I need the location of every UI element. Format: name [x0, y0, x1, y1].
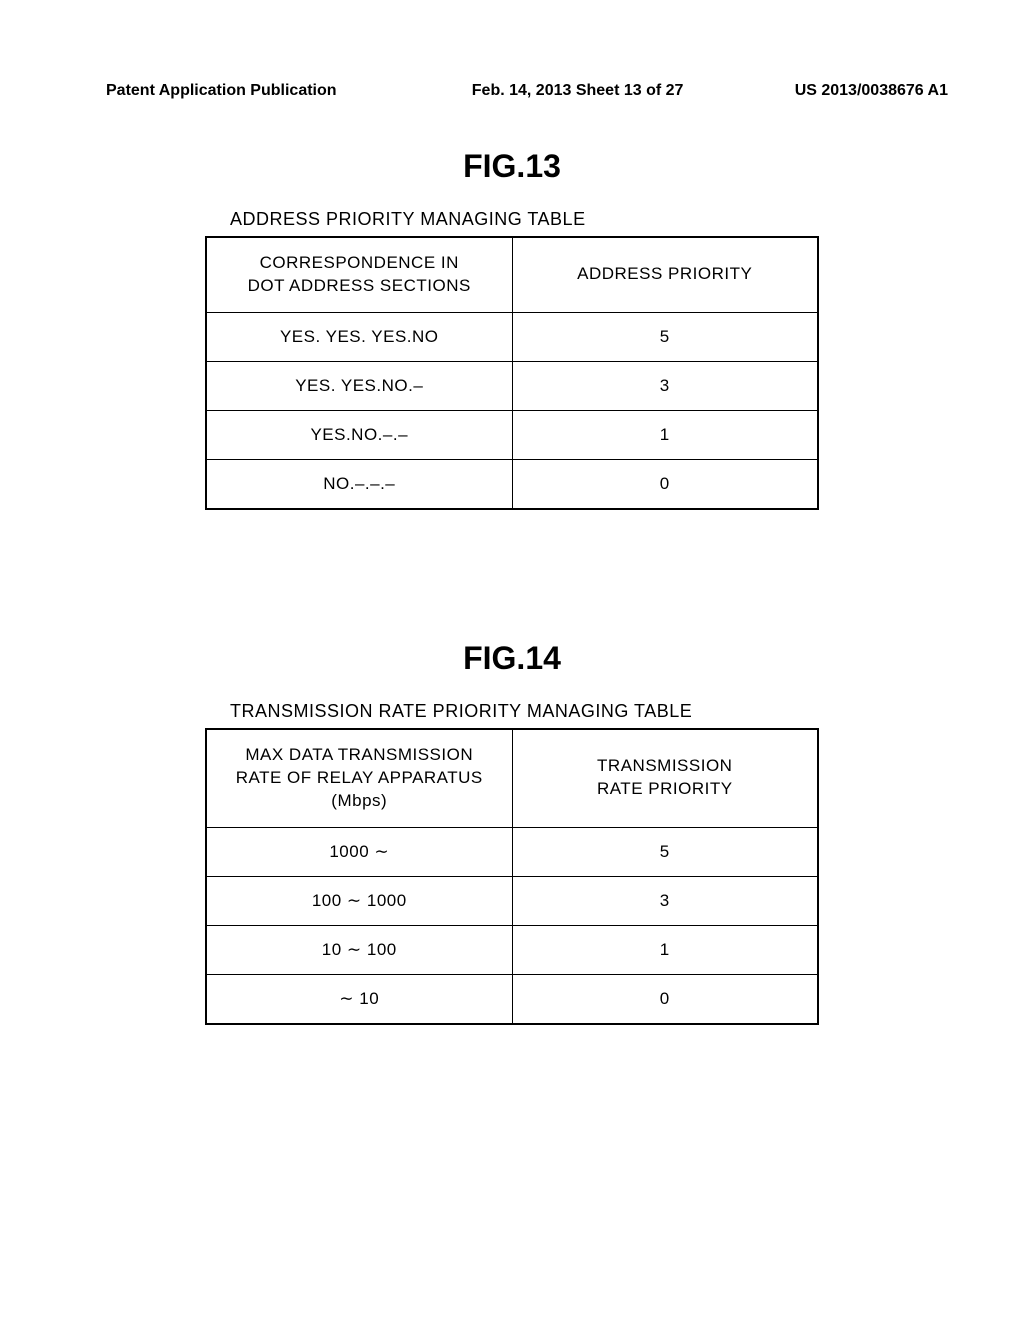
cell-rate-priority: 3	[512, 876, 818, 925]
table-row: 100 ∼ 1000 3	[206, 876, 818, 925]
col-header-rate-priority: TRANSMISSION RATE PRIORITY	[512, 729, 818, 827]
header-patent-number: US 2013/0038676 A1	[795, 82, 948, 100]
cell-correspondence: YES. YES. YES.NO	[206, 312, 512, 361]
table-row: YES.NO.–.– 1	[206, 410, 818, 459]
cell-max-rate: 100 ∼ 1000	[206, 876, 512, 925]
cell-correspondence: NO.–.–.–	[206, 459, 512, 509]
header-text: DOT ADDRESS SECTIONS	[248, 276, 471, 295]
cell-priority: 3	[512, 361, 818, 410]
col-header-priority: ADDRESS PRIORITY	[512, 237, 818, 312]
col-header-correspondence: CORRESPONDENCE IN DOT ADDRESS SECTIONS	[206, 237, 512, 312]
cell-priority: 0	[512, 459, 818, 509]
cell-rate-priority: 0	[512, 974, 818, 1024]
header-text: CORRESPONDENCE IN	[260, 253, 459, 272]
address-priority-table: CORRESPONDENCE IN DOT ADDRESS SECTIONS A…	[205, 236, 819, 510]
col-header-max-rate: MAX DATA TRANSMISSION RATE OF RELAY APPA…	[206, 729, 512, 827]
table-row: 10 ∼ 100 1	[206, 925, 818, 974]
cell-correspondence: YES. YES.NO.–	[206, 361, 512, 410]
figure-14-caption: TRANSMISSION RATE PRIORITY MANAGING TABL…	[230, 701, 1024, 722]
cell-max-rate: 10 ∼ 100	[206, 925, 512, 974]
header-publication: Patent Application Publication	[106, 82, 337, 100]
cell-rate-priority: 1	[512, 925, 818, 974]
header-text: TRANSMISSION	[597, 756, 732, 775]
page-content: FIG.13 ADDRESS PRIORITY MANAGING TABLE C…	[0, 0, 1024, 1025]
table-row: NO.–.–.– 0	[206, 459, 818, 509]
cell-rate-priority: 5	[512, 827, 818, 876]
table-row: 1000 ∼ 5	[206, 827, 818, 876]
cell-priority: 1	[512, 410, 818, 459]
header-text: (Mbps)	[331, 791, 387, 810]
cell-correspondence: YES.NO.–.–	[206, 410, 512, 459]
transmission-rate-priority-table: MAX DATA TRANSMISSION RATE OF RELAY APPA…	[205, 728, 819, 1025]
header-text: RATE OF RELAY APPARATUS	[236, 768, 483, 787]
table-row: YES. YES.NO.– 3	[206, 361, 818, 410]
table-row: YES. YES. YES.NO 5	[206, 312, 818, 361]
header-text: RATE PRIORITY	[597, 779, 733, 798]
figure-13-caption: ADDRESS PRIORITY MANAGING TABLE	[230, 209, 1024, 230]
cell-max-rate: 1000 ∼	[206, 827, 512, 876]
figure-13-title: FIG.13	[0, 148, 1024, 185]
table-header-row: CORRESPONDENCE IN DOT ADDRESS SECTIONS A…	[206, 237, 818, 312]
table-row: ∼ 10 0	[206, 974, 818, 1024]
cell-max-rate: ∼ 10	[206, 974, 512, 1024]
header-sheet-info: Feb. 14, 2013 Sheet 13 of 27	[337, 82, 795, 100]
header-text: MAX DATA TRANSMISSION	[245, 745, 473, 764]
page-header: Patent Application Publication Feb. 14, …	[106, 82, 948, 100]
cell-priority: 5	[512, 312, 818, 361]
table-header-row: MAX DATA TRANSMISSION RATE OF RELAY APPA…	[206, 729, 818, 827]
figure-14-title: FIG.14	[0, 640, 1024, 677]
